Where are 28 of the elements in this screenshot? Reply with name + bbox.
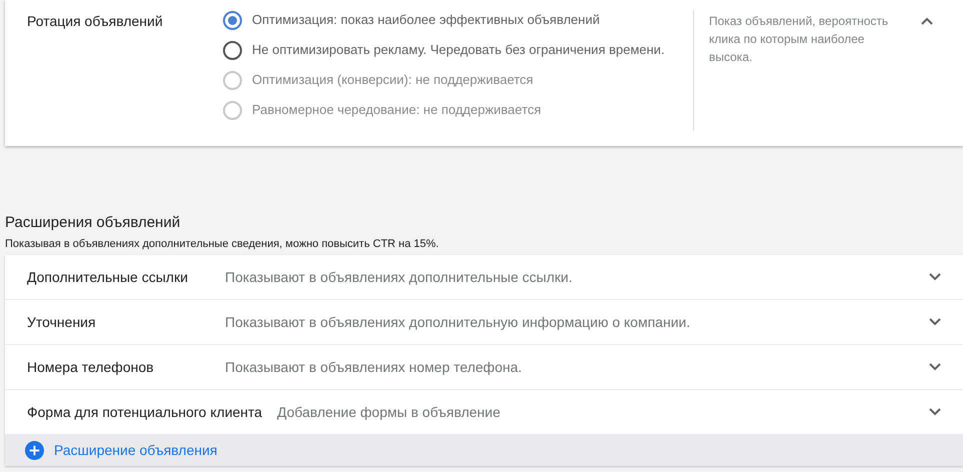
section-title: Расширения объявлений — [4, 213, 182, 233]
extension-row[interactable]: Уточнения Показывают в объявлениях дополнительную информацию о компании. — [5, 300, 963, 345]
extension-label: Дополнительные ссылки — [27, 268, 189, 287]
plus-icon — [25, 441, 44, 460]
extension-label: Уточнения — [27, 312, 97, 332]
radio-label: Оптимизация: показ наиболее эффективных объявлений — [252, 11, 600, 30]
radio-label: Не оптимизировать рекламу. Чередовать без ограничения времени. — [252, 41, 665, 60]
chevron-down-icon[interactable] — [929, 273, 941, 281]
extension-description: Показывают в объявлениях номер телефона. — [225, 358, 523, 377]
extension-description: Показывают в объявлениях дополнительные ссылки. — [225, 268, 574, 287]
add-extension-button[interactable]: Расширение объявления — [5, 435, 963, 466]
extension-label: Номера телефонов — [27, 358, 155, 377]
extension-description: Показывают в объявлениях дополнительную информацию о компании. — [225, 312, 692, 332]
extension-label: Форма для потенциального клиента — [27, 402, 262, 422]
setting-description: Показ объявлений, вероятность клика по которым наиболее высока. — [709, 13, 890, 66]
chevron-down-icon[interactable] — [929, 318, 941, 326]
extension-row[interactable]: Номера телефонов Показывают в объявлениях номер телефона. — [5, 345, 963, 390]
radio-button[interactable] — [223, 10, 242, 30]
section-subtitle: Показывая в объявлениях дополнительные сведения, можно повысить CTR на 15%. — [4, 237, 440, 252]
radio-label: Оптимизация (конверсии): не поддерживается — [252, 71, 534, 90]
chevron-down-icon[interactable] — [929, 363, 941, 371]
radio-label: Равномерное чередование: не поддерживается — [252, 101, 542, 120]
setting-label: Ротация объявлений — [26, 12, 164, 31]
extension-description: Добавление формы в объявление — [277, 402, 502, 422]
chevron-up-icon[interactable] — [921, 17, 933, 25]
extension-row[interactable]: Дополнительные ссылки Показывают в объявлениях дополнительные ссылки. — [5, 255, 963, 300]
radio-button[interactable] — [223, 40, 242, 60]
chevron-down-icon[interactable] — [929, 408, 941, 416]
